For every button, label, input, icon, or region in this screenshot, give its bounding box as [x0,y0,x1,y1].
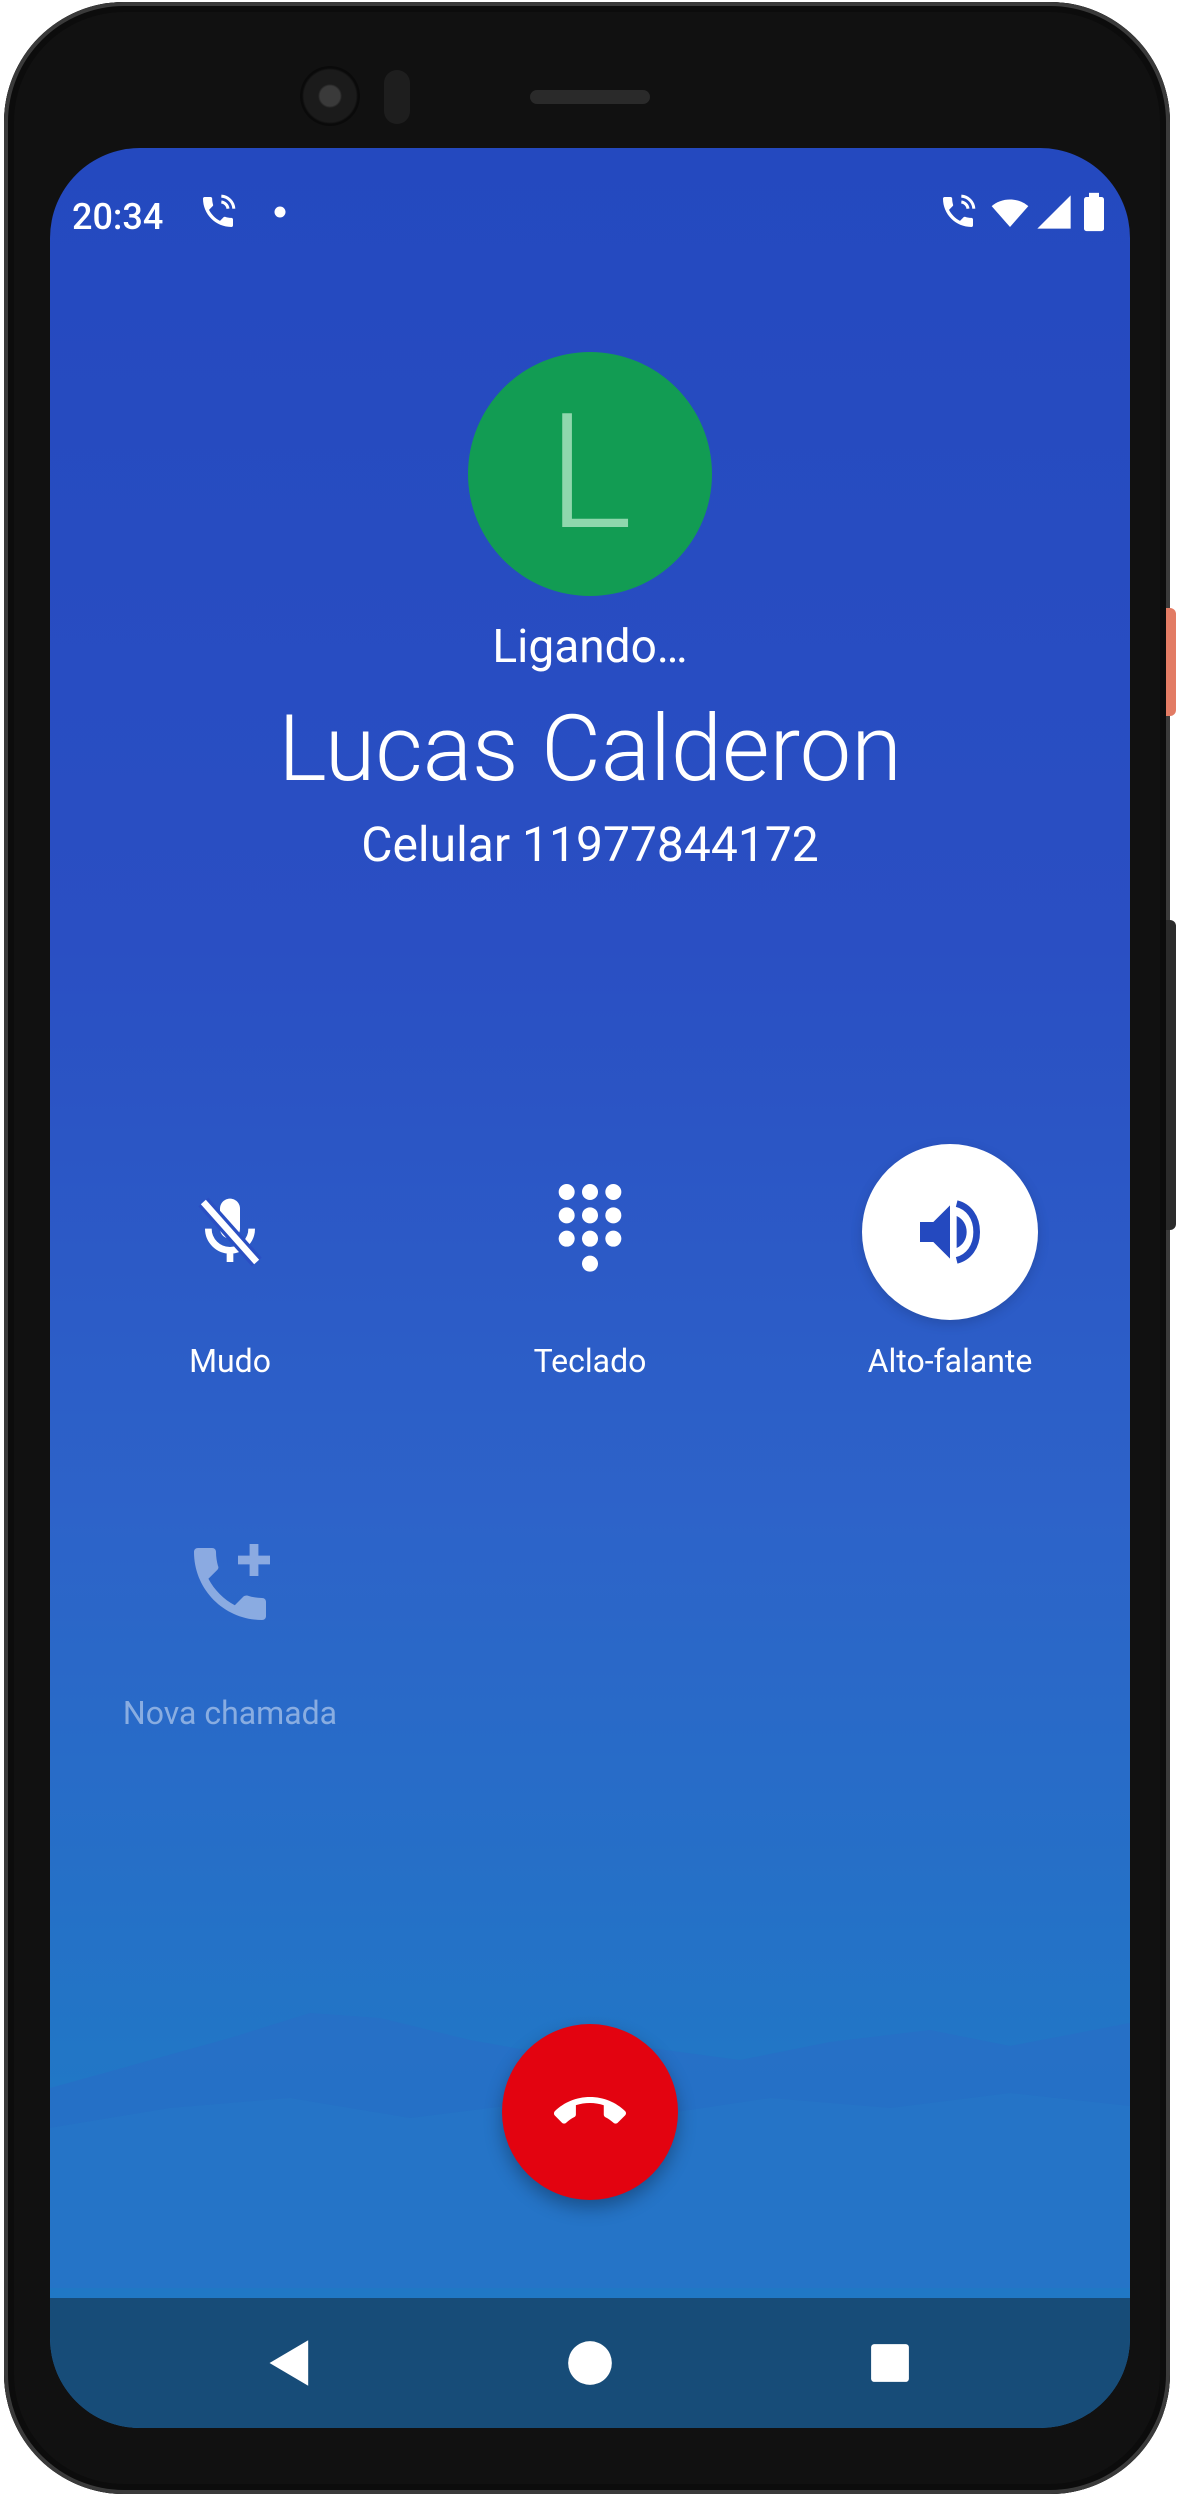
battery-icon [1084,192,1104,232]
recents-icon [871,2344,909,2382]
notification-dot-icon [274,206,286,218]
phone-frame: 20:34 L Ligando… Lucas Calderon Celular … [4,2,1176,2494]
home-icon [568,2341,612,2385]
proximity-sensor [384,70,410,124]
add-call-button: Nova chamada [80,1496,380,1732]
add-call-label: Nova chamada [122,1694,338,1732]
speaker-button-circle[interactable] [862,1144,1038,1320]
speaker-icon [920,1200,981,1264]
end-call-button[interactable] [502,2024,678,2200]
call-active-icon [943,194,976,227]
wifi-icon [991,199,1029,227]
signal-icon [1037,195,1071,229]
keypad-button[interactable]: Teclado [440,1144,740,1380]
contact-avatar: L [468,352,712,596]
mic-off-icon [198,1197,262,1267]
front-camera [300,66,360,126]
call-end-icon [554,2097,626,2124]
status-clock: 20:34 [72,196,164,238]
in-call-screen: 20:34 L Ligando… Lucas Calderon Celular … [50,148,1130,2428]
nav-recents-button[interactable] [850,2328,930,2398]
contact-number: Celular 11977844172 [361,816,819,873]
contact-name: Lucas Calderon [278,696,902,803]
back-icon [269,2340,309,2386]
add-call-button-circle [142,1496,318,1672]
status-bar: 20:34 [50,148,1130,278]
nav-home-button[interactable] [550,2328,630,2398]
call-state: Ligando… [492,620,688,674]
speaker-label: Alto-falante [867,1342,1033,1380]
volume-button [1166,920,1176,1230]
speaker-button[interactable]: Alto-falante [800,1144,1100,1380]
mute-label: Mudo [189,1342,271,1380]
dialpad-icon [558,1184,622,1272]
mute-button-circle[interactable] [142,1144,318,1320]
power-button [1166,608,1176,716]
call-active-icon [203,194,236,227]
nav-back-button[interactable] [250,2328,330,2398]
add-call-icon [194,1544,270,1620]
keypad-button-circle[interactable] [502,1144,678,1320]
keypad-label: Teclado [533,1342,647,1380]
mute-button[interactable]: Mudo [80,1144,380,1380]
earpiece-speaker [530,90,650,104]
navigation-bar [50,2298,1130,2428]
